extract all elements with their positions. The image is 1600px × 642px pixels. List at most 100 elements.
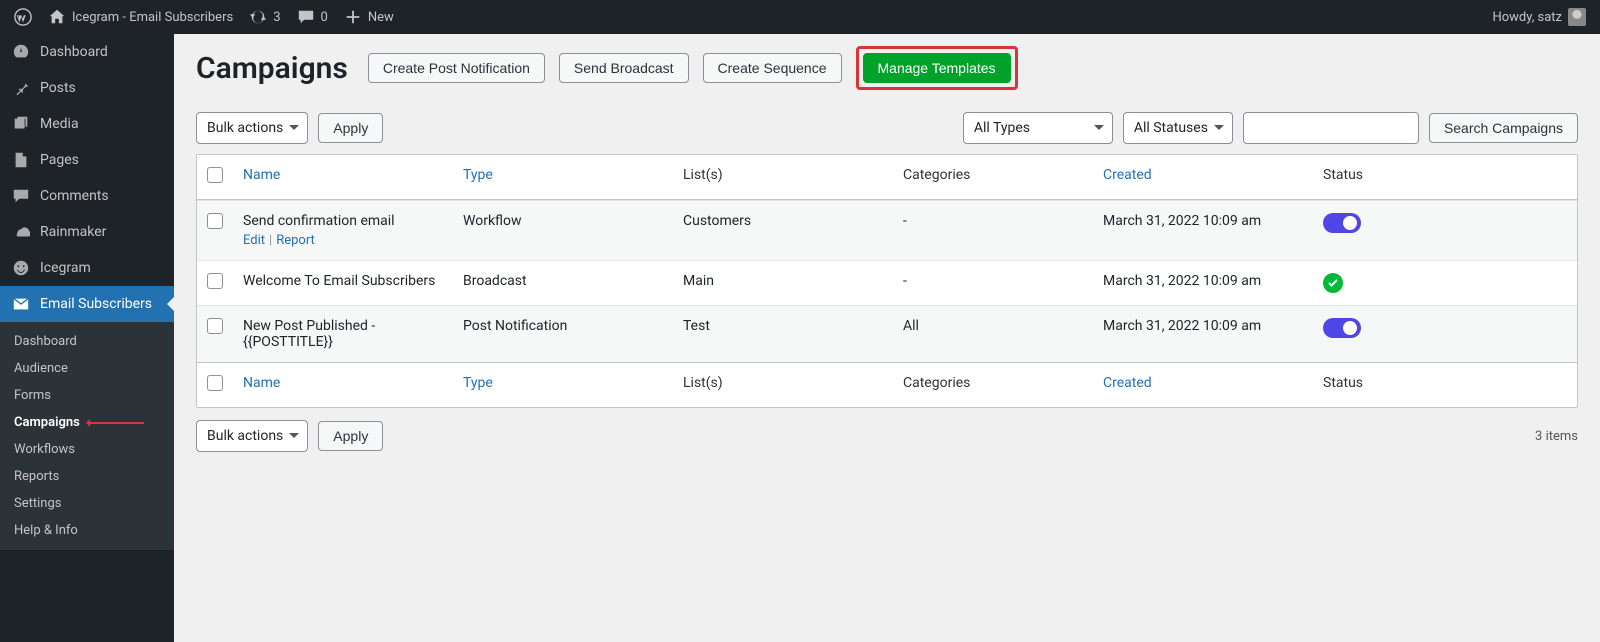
status-sent-icon [1323,273,1343,293]
bulk-actions-select-bottom[interactable]: Bulk actions [196,420,308,452]
page-icon [12,151,30,169]
submenu-reports[interactable]: Reports [0,463,174,490]
campaign-created: March 31, 2022 10:09 am [1093,200,1313,260]
dashboard-icon [12,43,30,61]
select-all-checkbox-bottom[interactable] [207,375,223,391]
plus-icon [344,8,362,26]
filter-statuses-select[interactable]: All Statuses [1123,112,1233,144]
table-row: Send confirmation emailEdit|ReportWorkfl… [197,200,1577,260]
campaign-lists: Test [673,305,893,362]
campaign-categories: All [893,305,1093,362]
new-label: New [368,10,394,25]
col-categories: Categories [903,167,970,183]
campaign-created: March 31, 2022 10:09 am [1093,260,1313,305]
submenu-campaigns[interactable]: Campaigns [0,409,174,436]
sidebar-item-rainmaker[interactable]: Rainmaker [0,214,174,250]
col-name-foot[interactable]: Name [243,375,280,391]
admin-sidebar: Dashboard Posts Media Pages Comments Rai… [0,34,174,642]
items-count: 3 items [1535,429,1578,444]
campaign-type: Post Notification [453,305,673,362]
page-title: Campaigns [196,51,348,86]
row-checkbox[interactable] [207,213,223,229]
row-checkbox[interactable] [207,273,223,289]
updates[interactable]: 3 [241,0,288,34]
campaign-lists: Customers [673,200,893,260]
sidebar-item-email-subscribers[interactable]: Email Subscribers [0,286,174,322]
submenu-workflows[interactable]: Workflows [0,436,174,463]
email-subscribers-submenu: Dashboard Audience Forms Campaigns Workf… [0,322,174,550]
table-row: Welcome To Email Subscribers BroadcastMai… [197,260,1577,305]
comments-bubble[interactable]: 0 [289,0,336,34]
status-toggle[interactable] [1323,318,1361,338]
campaign-created: March 31, 2022 10:09 am [1093,305,1313,362]
media-icon [12,115,30,133]
sidebar-item-icegram[interactable]: Icegram [0,250,174,286]
campaign-name: Welcome To Email Subscribers [243,273,435,289]
campaign-lists: Main [673,260,893,305]
campaign-type: Workflow [453,200,673,260]
campaign-name: New Post Published - {{POSTTITLE}} [243,318,375,350]
sidebar-item-posts[interactable]: Posts [0,70,174,106]
create-post-notification-button[interactable]: Create Post Notification [368,53,545,83]
site-title: Icegram - Email Subscribers [72,10,233,25]
send-broadcast-button[interactable]: Send Broadcast [559,53,689,83]
wp-logo[interactable] [6,0,40,34]
submenu-help[interactable]: Help & Info [0,517,174,544]
campaign-name: Send confirmation email [243,213,395,229]
col-created-foot[interactable]: Created [1103,375,1152,391]
cloud-icon [12,223,30,241]
col-created[interactable]: Created [1103,167,1152,183]
sidebar-item-media[interactable]: Media [0,106,174,142]
sidebar-item-pages[interactable]: Pages [0,142,174,178]
howdy-text: Howdy, satz [1492,10,1562,25]
submenu-dashboard[interactable]: Dashboard [0,328,174,355]
annotation-highlight: Manage Templates [856,46,1018,90]
bulk-actions-select-top[interactable]: Bulk actions [196,112,308,144]
col-lists-foot: List(s) [683,375,723,391]
col-name[interactable]: Name [243,167,280,183]
campaign-categories: - [893,200,1093,260]
site-home[interactable]: Icegram - Email Subscribers [40,0,241,34]
row-checkbox[interactable] [207,318,223,334]
face-icon [12,259,30,277]
home-icon [48,8,66,26]
select-all-checkbox-top[interactable] [207,167,223,183]
annotation-arrow [88,422,144,424]
comments-count: 0 [321,10,328,25]
status-toggle[interactable] [1323,213,1361,233]
mail-icon [12,295,30,313]
avatar [1568,8,1586,26]
sidebar-item-comments[interactable]: Comments [0,178,174,214]
filter-types-select[interactable]: All Types [963,112,1113,144]
apply-button-top[interactable]: Apply [318,113,383,143]
col-status: Status [1323,167,1363,183]
new-content[interactable]: New [336,0,402,34]
main-content: Campaigns Create Post Notification Send … [174,34,1600,642]
report-link[interactable]: Report [276,233,315,248]
manage-templates-button[interactable]: Manage Templates [863,53,1011,83]
col-categories-foot: Categories [903,375,970,391]
create-sequence-button[interactable]: Create Sequence [703,53,842,83]
submenu-settings[interactable]: Settings [0,490,174,517]
submenu-audience[interactable]: Audience [0,355,174,382]
submenu-forms[interactable]: Forms [0,382,174,409]
campaign-categories: - [893,260,1093,305]
comment-icon [297,8,315,26]
col-type[interactable]: Type [463,167,493,183]
updates-count: 3 [273,10,280,25]
edit-link[interactable]: Edit [243,233,265,248]
search-campaigns-button[interactable]: Search Campaigns [1429,113,1578,143]
search-input[interactable] [1243,112,1419,144]
comment-icon [12,187,30,205]
table-row: New Post Published - {{POSTTITLE}} Post N… [197,305,1577,362]
campaigns-table: Name Type List(s) Categories Created Sta… [196,154,1578,408]
col-lists: List(s) [683,167,723,183]
account-howdy[interactable]: Howdy, satz [1484,0,1594,34]
sidebar-item-dashboard[interactable]: Dashboard [0,34,174,70]
col-status-foot: Status [1323,375,1363,391]
refresh-icon [249,8,267,26]
pin-icon [12,79,30,97]
campaign-type: Broadcast [453,260,673,305]
col-type-foot[interactable]: Type [463,375,493,391]
apply-button-bottom[interactable]: Apply [318,421,383,451]
